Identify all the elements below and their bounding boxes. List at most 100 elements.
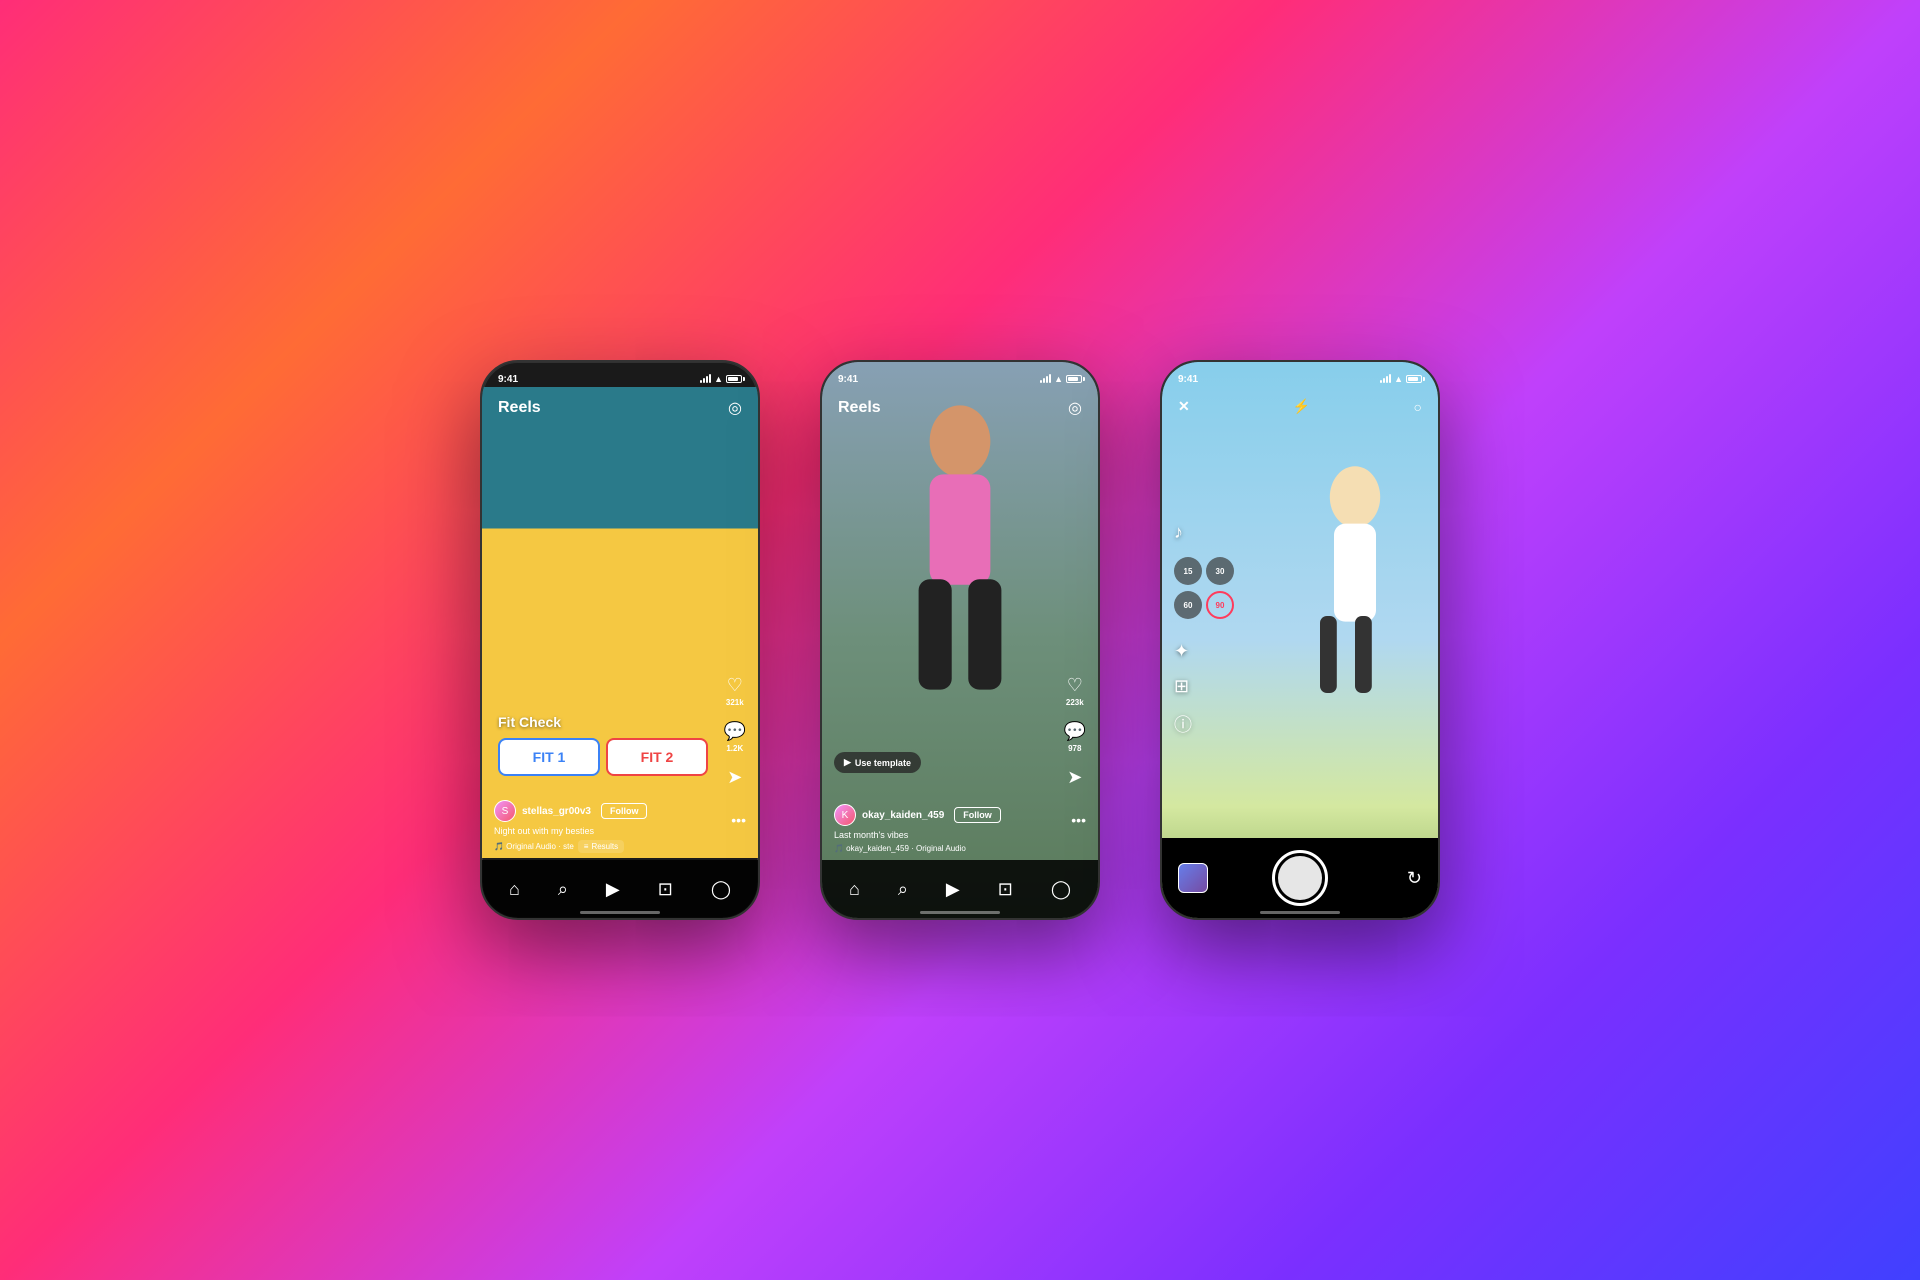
nav-search-2[interactable]: ⌕ — [898, 879, 908, 900]
phone-3-screen: 9:41 ▲ ✕ ⚡ ○ ♪ 15 30 — [1162, 362, 1438, 918]
phone-1-screen: 9:41 ▲ Reels ◎ ♡ 321k 💬 — [482, 362, 758, 918]
comment-icon-2: 💬 — [1064, 721, 1086, 742]
nav-profile[interactable]: ◯ — [711, 879, 731, 900]
share-action[interactable]: ➤ — [727, 767, 742, 788]
phone2-dancer — [880, 402, 1040, 762]
phone3-bottom-bar: ↻ — [1162, 838, 1438, 918]
close-button[interactable]: ✕ — [1178, 398, 1190, 415]
username-2: okay_kaiden_459 — [862, 810, 944, 821]
phone2-user-info: K okay_kaiden_459 Follow Last month's vi… — [834, 804, 1086, 853]
template-icon: ▶ — [844, 757, 851, 768]
phone-1: 9:41 ▲ Reels ◎ ♡ 321k 💬 — [480, 360, 760, 920]
comment-count: 1.2K — [726, 744, 743, 753]
nav-reels[interactable]: ▶ — [606, 879, 620, 900]
audio-text-2: 🎵 okay_kaiden_459 · Original Audio — [834, 844, 966, 853]
phone3-status-icons: ▲ — [1380, 374, 1422, 384]
comment-action[interactable]: 💬 1.2K — [724, 721, 746, 753]
like-action-2[interactable]: ♡ 223k — [1066, 675, 1084, 707]
phone1-time: 9:41 — [498, 374, 518, 385]
phone-3: 9:41 ▲ ✕ ⚡ ○ ♪ 15 30 — [1160, 360, 1440, 920]
signal-icon — [700, 375, 711, 383]
fit-buttons-container: FIT 1 FIT 2 — [498, 738, 708, 776]
duration-60[interactable]: 60 — [1174, 591, 1202, 619]
phone1-user-info: S stellas_gr00v3 Follow Night out with m… — [494, 800, 746, 853]
heart-icon-2: ♡ — [1067, 675, 1083, 696]
audio-row-2: 🎵 okay_kaiden_459 · Original Audio — [834, 844, 1086, 853]
battery-icon-3 — [1406, 375, 1422, 383]
results-button[interactable]: ≡ Results — [578, 840, 624, 853]
user-row-2: K okay_kaiden_459 Follow — [834, 804, 1086, 826]
fit2-button[interactable]: FIT 2 — [606, 738, 708, 776]
flip-camera-button[interactable]: ↻ — [1407, 868, 1422, 889]
phone2-status-bar: 9:41 ▲ — [822, 362, 1098, 390]
phone3-skater — [1278, 442, 1418, 762]
signal-icon — [1040, 375, 1051, 383]
nav-shop-2[interactable]: ⊡ — [998, 879, 1013, 900]
template-label: Use template — [855, 758, 911, 768]
like-action[interactable]: ♡ 321k — [726, 675, 744, 707]
phone-2: 9:41 ▲ Reels ◎ ♡ 223k 💬 — [820, 360, 1100, 920]
nav-home-2[interactable]: ⌂ — [849, 879, 860, 900]
camera-icon[interactable]: ◎ — [728, 398, 742, 418]
nav-search[interactable]: ⌕ — [558, 879, 568, 900]
caption-text-2: Last month's vibes — [834, 830, 1086, 840]
phone3-left-tools: ♪ 15 30 60 90 ✦ ⊞ ⓘ — [1174, 522, 1234, 737]
comment-count-2: 978 — [1068, 744, 1081, 753]
duration-row-bottom: 60 90 — [1174, 591, 1234, 619]
phone1-status-bar: 9:41 ▲ — [482, 362, 758, 390]
audio-text: 🎵 Original Audio · ste — [494, 842, 574, 851]
wifi-icon: ▲ — [714, 374, 723, 384]
phone1-header: Reels ◎ — [482, 390, 758, 426]
thumbnail-preview — [1178, 863, 1208, 893]
like-count: 321k — [726, 698, 744, 707]
wifi-icon: ▲ — [1054, 374, 1063, 384]
home-indicator-3 — [1260, 911, 1340, 914]
nav-shop[interactable]: ⊡ — [658, 879, 673, 900]
effects-icon[interactable]: ✦ — [1174, 641, 1234, 662]
like-count-2: 223k — [1066, 698, 1084, 707]
duration-selector: 15 30 60 90 — [1174, 557, 1234, 619]
phone3-status-bar: 9:41 ▲ — [1162, 362, 1438, 390]
phone1-status-icons: ▲ — [700, 374, 742, 384]
duration-30[interactable]: 30 — [1206, 557, 1234, 585]
nav-profile-2[interactable]: ◯ — [1051, 879, 1071, 900]
layout-icon[interactable]: ⊞ — [1174, 676, 1234, 697]
heart-icon: ♡ — [727, 675, 743, 696]
mute-icon[interactable]: ⚡ — [1293, 398, 1310, 415]
caption-text: Night out with my besties — [494, 826, 746, 836]
home-indicator — [580, 911, 660, 914]
music-note-icon[interactable]: ♪ — [1174, 522, 1234, 543]
share-icon: ➤ — [727, 767, 742, 788]
record-button[interactable] — [1272, 850, 1328, 906]
camera-icon-2[interactable]: ◎ — [1068, 398, 1082, 418]
phone3-top-bar: ✕ ⚡ ○ — [1162, 390, 1438, 423]
timer-icon[interactable]: ⓘ — [1174, 711, 1234, 737]
duration-15[interactable]: 15 — [1174, 557, 1202, 585]
duration-90[interactable]: 90 — [1206, 591, 1234, 619]
phone2-bottom-nav: ⌂ ⌕ ▶ ⊡ ◯ — [822, 860, 1098, 918]
user-row: S stellas_gr00v3 Follow — [494, 800, 746, 822]
follow-button-2[interactable]: Follow — [954, 807, 1001, 823]
battery-icon — [1066, 375, 1082, 383]
wifi-icon-3: ▲ — [1394, 374, 1403, 384]
comment-action-2[interactable]: 💬 978 — [1064, 721, 1086, 753]
battery-icon — [726, 375, 742, 383]
phone2-header: Reels ◎ — [822, 390, 1098, 426]
nav-reels-2[interactable]: ▶ — [946, 879, 960, 900]
fit1-button[interactable]: FIT 1 — [498, 738, 600, 776]
phone2-time: 9:41 — [838, 374, 858, 385]
results-label: Results — [591, 842, 618, 851]
duration-row-top: 15 30 — [1174, 557, 1234, 585]
share-action-2[interactable]: ➤ — [1067, 767, 1082, 788]
phone1-reels-title: Reels — [498, 399, 541, 417]
fit-check-area: Fit Check FIT 1 FIT 2 — [498, 714, 708, 788]
nav-home[interactable]: ⌂ — [509, 879, 520, 900]
fit-check-title: Fit Check — [498, 714, 708, 730]
search-circle-icon[interactable]: ○ — [1414, 399, 1422, 415]
follow-button[interactable]: Follow — [601, 803, 648, 819]
phone2-reels-title: Reels — [838, 399, 881, 417]
comment-icon: 💬 — [724, 721, 746, 742]
use-template-button[interactable]: ▶ Use template — [834, 752, 921, 773]
phone3-time: 9:41 — [1178, 374, 1198, 385]
share-icon-2: ➤ — [1067, 767, 1082, 788]
